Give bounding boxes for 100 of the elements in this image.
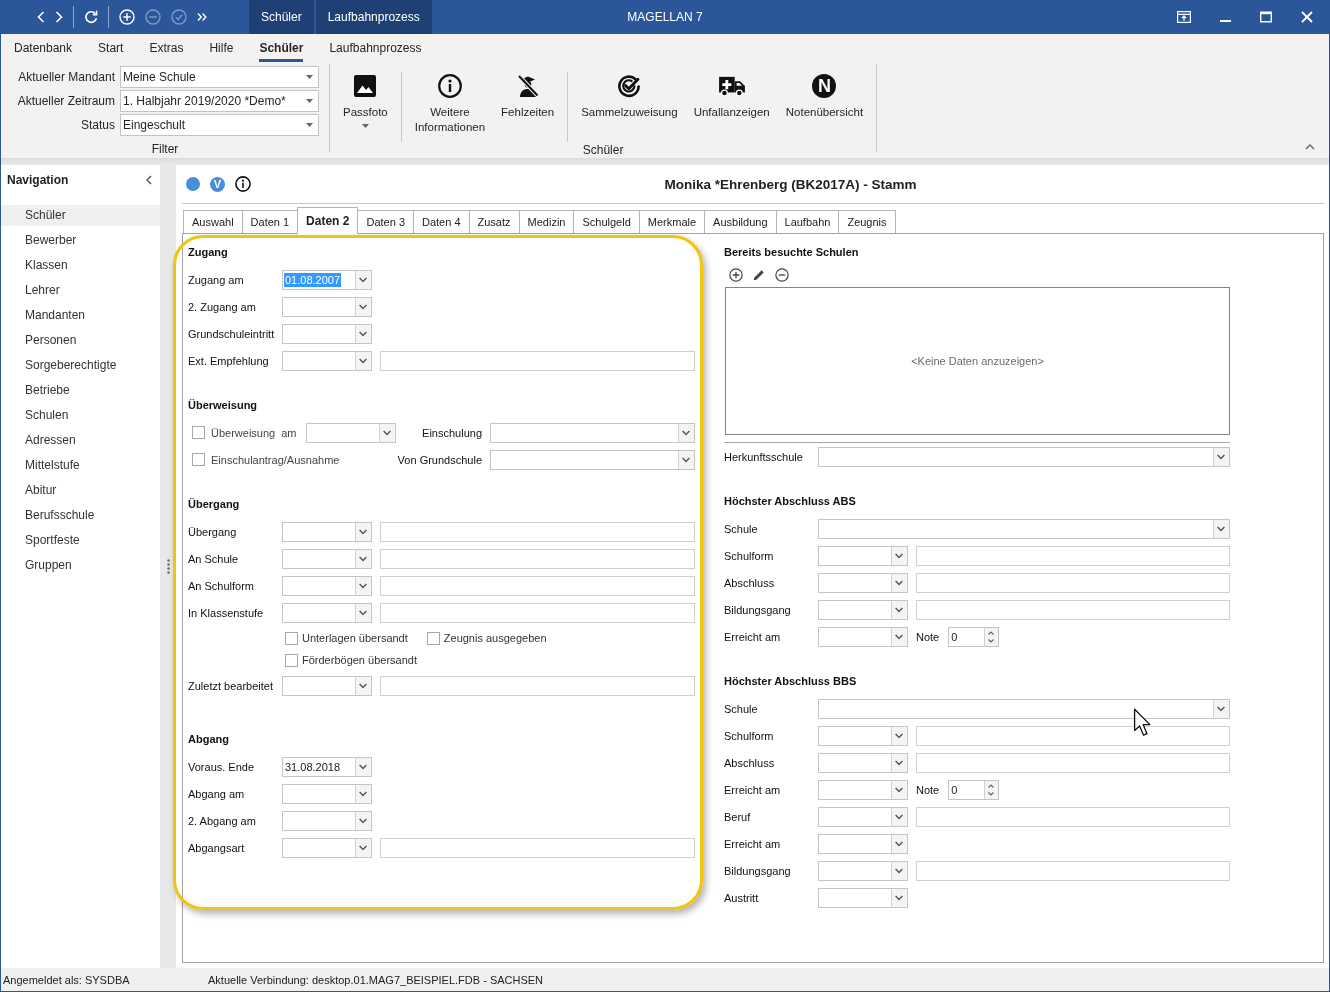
dropdown-field[interactable] <box>306 422 397 443</box>
checkbox[interactable] <box>285 653 298 667</box>
checkbox[interactable] <box>426 631 440 645</box>
dropdown-field[interactable]: Meine Schule <box>120 66 319 88</box>
dropdown-field[interactable] <box>282 810 372 831</box>
dropdown-field[interactable] <box>818 806 908 827</box>
dropdown-field[interactable] <box>282 837 372 858</box>
dropdown-field[interactable] <box>818 446 1230 467</box>
ribbon-button[interactable]: Sammelzuweisung <box>573 72 686 142</box>
checkbox[interactable] <box>285 631 298 645</box>
nav-item[interactable]: Adressen <box>1 430 160 451</box>
dropdown-field[interactable] <box>818 725 908 746</box>
dropdown-field[interactable] <box>282 296 372 317</box>
dropdown-field[interactable] <box>818 545 908 566</box>
dropdown-field[interactable] <box>282 323 372 344</box>
spin-arrows-icon[interactable] <box>984 780 999 799</box>
dropdown-field[interactable]: 31.08.2018 <box>282 756 372 777</box>
text-field[interactable] <box>380 548 695 569</box>
nav-item[interactable]: Klassen <box>1 255 160 276</box>
ribbon-button[interactable]: Fehlzeiten <box>493 72 563 142</box>
checkbox[interactable] <box>192 453 205 466</box>
nav-item[interactable]: Sorgeberechtigte <box>1 355 160 376</box>
nav-item[interactable]: Schulen <box>1 405 160 426</box>
dropdown-field[interactable] <box>490 422 695 443</box>
dropdown-field[interactable] <box>282 548 372 569</box>
refresh-icon[interactable] <box>84 10 98 24</box>
number-field[interactable]: 0 <box>948 626 1000 647</box>
ribbon-button[interactable]: Weitere Informationen <box>406 72 494 142</box>
nav-item[interactable]: Lehrer <box>1 280 160 301</box>
nav-item[interactable]: Sportfeste <box>1 530 160 551</box>
chevron-right-icon[interactable] <box>55 11 63 23</box>
dropdown-field[interactable] <box>282 521 372 542</box>
nav-item[interactable]: Mittelstufe <box>1 455 160 476</box>
info-icon[interactable] <box>235 176 251 192</box>
text-field[interactable] <box>380 675 695 696</box>
dropdown-field[interactable] <box>818 779 908 800</box>
nav-item[interactable]: Abitur <box>1 480 160 501</box>
checkbox[interactable] <box>192 426 205 439</box>
spin-arrows-icon[interactable] <box>984 627 999 646</box>
text-field[interactable] <box>916 725 1230 746</box>
nav-item[interactable]: Betriebe <box>1 380 160 401</box>
text-field[interactable] <box>380 837 695 858</box>
dropdown-field[interactable] <box>282 350 372 371</box>
tab[interactable]: Auswahl <box>183 210 243 233</box>
context-tab[interactable]: Schüler <box>249 0 314 34</box>
context-tab[interactable]: Laufbahnprozess <box>315 0 432 34</box>
ribbon-button[interactable]: Unfallanzeigen <box>685 72 778 142</box>
double-chevron-right-icon[interactable] <box>197 12 207 22</box>
number-field[interactable]: 0 <box>948 779 1000 800</box>
pencil-icon[interactable] <box>752 268 766 282</box>
dropdown-field[interactable]: 1. Halbjahr 2019/2020 *Demo* <box>120 90 319 112</box>
text-field[interactable] <box>916 572 1230 593</box>
tab[interactable]: Daten 2 <box>297 207 359 234</box>
dropdown-field[interactable] <box>490 449 695 470</box>
dropdown-field[interactable] <box>818 752 908 773</box>
text-field[interactable] <box>380 350 695 371</box>
text-field[interactable] <box>380 602 695 623</box>
chevron-up-icon[interactable] <box>1305 144 1315 150</box>
dropdown-field[interactable] <box>818 626 908 647</box>
ribbon-button[interactable]: Passfoto <box>335 72 396 142</box>
ribbon-tab[interactable]: Datenbank <box>1 34 86 62</box>
dropdown-field[interactable] <box>818 860 908 881</box>
text-field[interactable] <box>916 545 1230 566</box>
text-field[interactable] <box>380 575 695 596</box>
nav-item[interactable]: Personen <box>1 330 160 351</box>
ribbon-tab[interactable]: Laufbahnprozess <box>316 34 435 62</box>
dropdown-field[interactable] <box>818 887 908 908</box>
dropdown-field[interactable] <box>282 602 372 623</box>
text-field[interactable] <box>916 752 1230 773</box>
text-field[interactable] <box>380 521 695 542</box>
dropdown-field[interactable] <box>818 698 1230 719</box>
text-field[interactable] <box>916 599 1230 620</box>
ribbon-tab[interactable]: Start <box>85 34 137 62</box>
text-field[interactable] <box>916 806 1230 827</box>
ribbon-button[interactable]: N Notenübersicht <box>777 72 872 142</box>
close-icon[interactable] <box>1301 11 1313 23</box>
dropdown-field[interactable] <box>282 675 372 696</box>
nav-item[interactable]: Bewerber <box>1 230 160 251</box>
dropdown-field[interactable] <box>282 783 372 804</box>
text-field[interactable] <box>916 860 1230 881</box>
dropdown-field[interactable] <box>818 599 908 620</box>
nav-item[interactable]: Schüler <box>1 205 160 226</box>
nav-item[interactable]: Berufsschule <box>1 505 160 526</box>
dropdown-field[interactable] <box>282 575 372 596</box>
grip-icon[interactable] <box>166 559 170 574</box>
dropdown-field[interactable] <box>818 572 908 593</box>
maximize-icon[interactable] <box>1260 11 1272 23</box>
ribbon-tab[interactable]: Extras <box>136 34 197 62</box>
dropdown-field[interactable] <box>818 833 908 854</box>
tab[interactable]: Zeugnis <box>838 210 896 233</box>
minimize-icon[interactable] <box>1220 19 1231 22</box>
plus-circle-icon[interactable] <box>729 268 743 282</box>
chevron-left-icon[interactable] <box>146 175 152 185</box>
minus-circle-icon[interactable] <box>775 268 789 282</box>
dropdown-field[interactable]: Eingeschult <box>120 114 319 136</box>
nav-item[interactable]: Mandanten <box>1 305 160 326</box>
ribbon-tab[interactable]: Hilfe <box>196 34 247 62</box>
ribbon-display-icon[interactable] <box>1177 11 1191 23</box>
dropdown-field[interactable] <box>818 518 1230 539</box>
nav-item[interactable]: Gruppen <box>1 555 160 576</box>
